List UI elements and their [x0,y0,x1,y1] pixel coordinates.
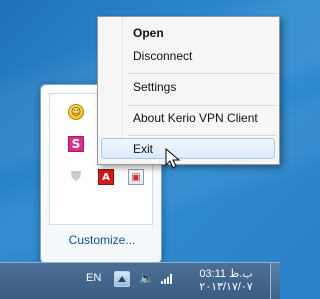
menu-item-disconnect[interactable]: Disconnect [101,47,276,65]
display-icon[interactable]: ▣ [128,169,144,185]
menu-item-label: About Kerio VPN Client [133,111,258,125]
menu-item-exit[interactable]: Exit [101,138,275,159]
show-hidden-icons-button[interactable] [114,271,130,287]
menu-item-label: Exit [133,142,154,156]
context-menu: Open Disconnect Settings About Kerio VPN… [97,16,280,165]
adobe-icon[interactable]: A [98,169,114,185]
menu-item-label: Disconnect [133,49,193,63]
customize-link[interactable]: Customize... [41,233,163,247]
language-indicator[interactable]: EN [86,272,101,284]
mouse-cursor-icon [165,148,181,169]
menu-separator [128,105,276,106]
s-app-icon[interactable]: S [68,136,84,152]
volume-icon[interactable]: 🔈 [139,271,154,285]
show-desktop-button[interactable] [270,263,280,299]
clock[interactable]: ب.ظ 03:11 ۲۰۱۳/۱۷/۰۷ [195,268,257,294]
time-label: ب.ظ 03:11 [199,268,253,280]
network-icon[interactable] [160,271,174,285]
taskbar: EN 🔈 ب.ظ 03:11 ۲۰۱۳/۱۷/۰۷ [0,262,280,299]
date-label: ۲۰۱۳/۱۷/۰۷ [199,281,253,293]
menu-item-about[interactable]: About Kerio VPN Client [101,109,276,127]
menu-separator [128,135,276,136]
menu-item-label: Settings [133,80,177,94]
menu-item-label: Open [133,26,164,40]
menu-separator [128,73,276,74]
shield-icon[interactable]: ⛊ [68,169,84,185]
menu-item-open[interactable]: Open [101,24,276,42]
yahoo-messenger-icon[interactable]: ☺ [68,104,84,120]
menu-item-settings[interactable]: Settings [101,78,276,96]
